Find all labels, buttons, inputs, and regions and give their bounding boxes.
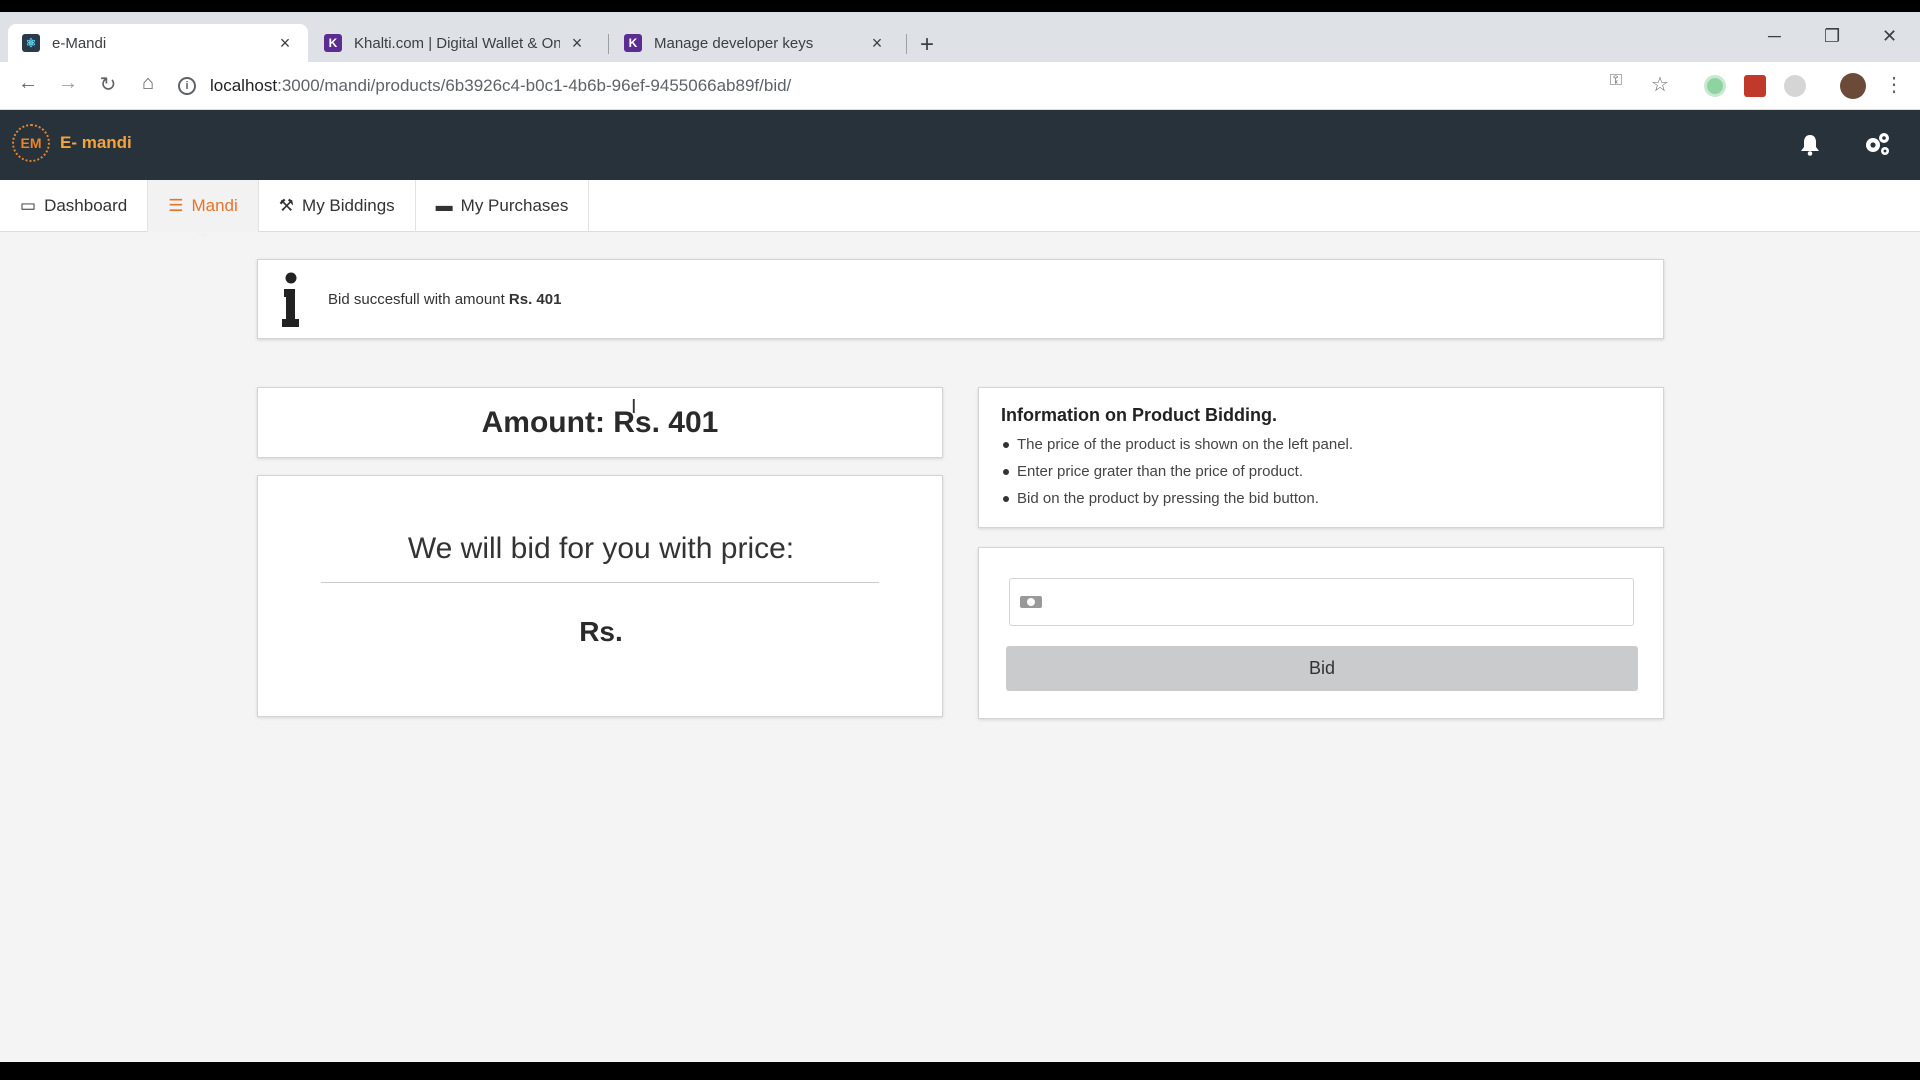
browser-window: ⚛ e-Mandi × K Khalti.com | Digital Walle… <box>0 12 1920 1062</box>
browser-toolbar: ← → ↻ ⌂ i localhost:3000/mandi/products/… <box>0 62 1920 110</box>
tab-developer-keys[interactable]: K Manage developer keys × <box>610 24 900 62</box>
amount-card: Amount: Rs. 401 <box>257 387 943 458</box>
bid-button[interactable]: Bid <box>1006 646 1638 691</box>
menu-label: My Purchases <box>460 196 569 215</box>
money-icon: ▬ <box>435 196 453 215</box>
tab-khalti[interactable]: K Khalti.com | Digital Wallet & Onli × <box>310 24 600 62</box>
logo-text: E- mandi <box>60 133 132 152</box>
address-bar[interactable]: i localhost:3000/mandi/products/6b3926c4… <box>178 68 1678 104</box>
minimize-icon[interactable]: ─ <box>1768 26 1781 47</box>
url-host: localhost <box>210 76 278 95</box>
info-list-item: Bid on the product by pressing the bid b… <box>1001 490 1641 507</box>
home-icon[interactable]: ⌂ <box>134 72 162 95</box>
menu-label: Mandi <box>191 196 238 215</box>
divider <box>321 582 879 583</box>
tab-strip: ⚛ e-Mandi × K Khalti.com | Digital Walle… <box>0 12 1920 62</box>
bell-icon[interactable] <box>1800 134 1820 156</box>
menu-label: Dashboard <box>44 196 128 215</box>
bid-price-title: We will bid for you with price: <box>407 532 795 565</box>
app-logo[interactable]: EM E- mandi <box>12 124 132 162</box>
main-menu: ▭ Dashboard ☰ Mandi ⚒ My Biddings ▬ My P… <box>0 180 1920 239</box>
tab-separator <box>608 34 609 54</box>
close-icon[interactable]: × <box>276 33 294 54</box>
info-title: Information on Product Bidding. <box>1001 405 1277 425</box>
bid-success-alert: Bid succesfull with amount Rs. 401 <box>257 259 1664 339</box>
logo-badge: EM <box>12 124 50 162</box>
forward-icon[interactable]: → <box>54 72 82 95</box>
tab-title: e-Mandi <box>52 34 107 52</box>
new-tab-icon[interactable]: + <box>920 33 934 57</box>
menu-item-my-biddings[interactable]: ⚒ My Biddings <box>259 180 416 232</box>
extension-green-icon[interactable] <box>1704 75 1726 97</box>
app-header: EM E- mandi <box>0 110 1920 180</box>
info-list-item: The price of the product is shown on the… <box>1001 436 1641 453</box>
profile-avatar[interactable] <box>1840 73 1866 99</box>
alert-prefix: Bid succesfull with amount <box>328 290 509 308</box>
laptop-icon: ▭ <box>20 196 37 215</box>
bid-price-value: Rs. <box>579 616 623 647</box>
bidding-info-card: Information on Product Bidding. The pric… <box>978 387 1664 528</box>
react-favicon-icon: ⚛ <box>22 34 40 52</box>
site-info-icon[interactable]: i <box>178 77 196 95</box>
tab-title: Khalti.com | Digital Wallet & Onli <box>354 34 560 52</box>
url-path: :3000/mandi/products/6b3926c4-b0c1-4b6b-… <box>277 76 792 95</box>
menu-item-my-purchases[interactable]: ▬ My Purchases <box>416 180 590 232</box>
bid-form-card: Bid <box>978 547 1664 719</box>
khalti-favicon-icon: K <box>624 34 642 52</box>
extension-red-icon[interactable] <box>1744 75 1766 97</box>
menu-item-dashboard[interactable]: ▭ Dashboard <box>0 180 149 232</box>
extension-grey-icon[interactable] <box>1784 75 1806 97</box>
bid-price-card: We will bid for you with price: Rs. <box>257 475 943 717</box>
key-icon[interactable]: ⚿ <box>1602 72 1630 90</box>
tab-separator <box>906 34 907 54</box>
reload-icon[interactable]: ↻ <box>94 72 122 97</box>
info-list: The price of the product is shown on the… <box>1001 436 1641 507</box>
window-close-icon[interactable]: ✕ <box>1882 26 1897 47</box>
text-cursor-icon: I <box>631 396 637 418</box>
back-icon[interactable]: ← <box>14 72 42 95</box>
menu-label: My Biddings <box>302 196 395 215</box>
tab-e-mandi[interactable]: ⚛ e-Mandi × <box>8 24 308 62</box>
restore-icon[interactable]: ❐ <box>1824 26 1840 47</box>
settings-gears-icon[interactable] <box>1864 132 1890 156</box>
menu-item-mandi[interactable]: ☰ Mandi <box>148 180 259 239</box>
close-icon[interactable]: × <box>568 33 586 54</box>
bid-amount-input[interactable] <box>1052 582 1633 622</box>
bookmark-star-icon[interactable]: ☆ <box>1646 72 1674 97</box>
list-icon: ☰ <box>168 196 184 215</box>
khalti-favicon-icon: K <box>324 34 342 52</box>
alert-amount: Rs. 401 <box>508 290 562 308</box>
info-icon <box>282 272 299 327</box>
tab-title: Manage developer keys <box>654 34 814 52</box>
url-text: localhost:3000/mandi/products/6b3926c4-b… <box>210 76 791 96</box>
close-icon[interactable]: × <box>868 33 886 54</box>
bid-amount-field[interactable] <box>1009 578 1634 626</box>
amount-text: Amount: Rs. 401 <box>481 405 719 439</box>
kebab-menu-icon[interactable]: ⋮ <box>1880 72 1908 97</box>
info-list-item: Enter price grater than the price of pro… <box>1001 463 1641 480</box>
gavel-icon: ⚒ <box>278 196 295 215</box>
money-icon <box>1020 596 1042 608</box>
alert-message: Bid succesfull with amount Rs. 401 <box>328 291 561 308</box>
